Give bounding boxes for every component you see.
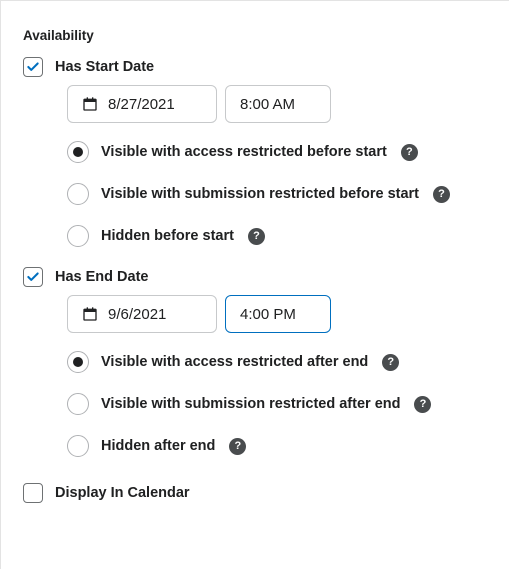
start-time-value: 8:00 AM	[240, 96, 295, 113]
has-start-date-label: Has Start Date	[55, 59, 154, 75]
start-option-access-restricted-label: Visible with access restricted before st…	[101, 144, 387, 160]
help-icon[interactable]: ?	[248, 228, 265, 245]
help-icon[interactable]: ?	[382, 354, 399, 371]
start-option-submission-restricted-radio[interactable]	[67, 183, 89, 205]
start-time-input[interactable]: 8:00 AM	[225, 85, 331, 123]
end-date-inputs: 9/6/2021 4:00 PM	[67, 295, 487, 333]
start-option-submission-restricted-label: Visible with submission restricted befor…	[101, 186, 419, 202]
display-in-calendar-row: Display In Calendar	[23, 483, 487, 503]
start-visibility-options: Visible with access restricted before st…	[67, 141, 487, 247]
end-time-value: 4:00 PM	[240, 306, 296, 323]
start-option-hidden-radio[interactable]	[67, 225, 89, 247]
start-option-hidden-label: Hidden before start	[101, 228, 234, 244]
end-date-value: 9/6/2021	[108, 306, 166, 323]
display-in-calendar-checkbox[interactable]	[23, 483, 43, 503]
checkmark-icon	[26, 270, 40, 284]
end-option-access-restricted-label: Visible with access restricted after end	[101, 354, 368, 370]
help-icon[interactable]: ?	[401, 144, 418, 161]
help-icon[interactable]: ?	[414, 396, 431, 413]
checkmark-icon	[26, 60, 40, 74]
end-option-submission-restricted-radio[interactable]	[67, 393, 89, 415]
has-end-date-checkbox[interactable]	[23, 267, 43, 287]
has-start-date-checkbox[interactable]	[23, 57, 43, 77]
end-visibility-options: Visible with access restricted after end…	[67, 351, 487, 457]
display-in-calendar-label: Display In Calendar	[55, 485, 190, 501]
end-option-hidden: Hidden after end ?	[67, 435, 487, 457]
has-start-date-row: Has Start Date	[23, 57, 487, 77]
calendar-icon	[82, 96, 98, 112]
end-option-submission-restricted-label: Visible with submission restricted after…	[101, 396, 400, 412]
has-end-date-label: Has End Date	[55, 269, 148, 285]
start-option-access-restricted: Visible with access restricted before st…	[67, 141, 487, 163]
end-option-access-restricted: Visible with access restricted after end…	[67, 351, 487, 373]
end-option-access-restricted-radio[interactable]	[67, 351, 89, 373]
end-option-hidden-radio[interactable]	[67, 435, 89, 457]
start-option-submission-restricted: Visible with submission restricted befor…	[67, 183, 487, 205]
end-option-hidden-label: Hidden after end	[101, 438, 215, 454]
start-date-value: 8/27/2021	[108, 96, 175, 113]
calendar-icon	[82, 306, 98, 322]
has-end-date-row: Has End Date	[23, 267, 487, 287]
start-option-hidden: Hidden before start ?	[67, 225, 487, 247]
end-option-submission-restricted: Visible with submission restricted after…	[67, 393, 487, 415]
start-date-input[interactable]: 8/27/2021	[67, 85, 217, 123]
section-title: Availability	[23, 28, 487, 43]
start-option-access-restricted-radio[interactable]	[67, 141, 89, 163]
help-icon[interactable]: ?	[229, 438, 246, 455]
help-icon[interactable]: ?	[433, 186, 450, 203]
start-date-inputs: 8/27/2021 8:00 AM	[67, 85, 487, 123]
end-date-input[interactable]: 9/6/2021	[67, 295, 217, 333]
availability-panel: Availability Has Start Date 8/27/2021 8:…	[0, 0, 509, 569]
end-time-input[interactable]: 4:00 PM	[225, 295, 331, 333]
